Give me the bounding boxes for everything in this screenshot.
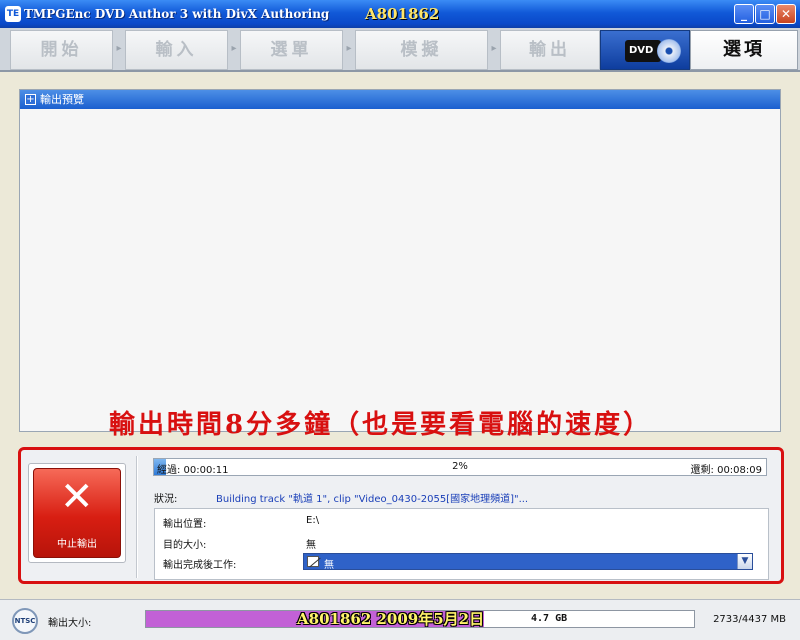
step-simulate-tab[interactable]: 模擬: [355, 30, 488, 70]
minimize-button[interactable]: _: [734, 4, 754, 24]
app-icon: TE: [5, 6, 21, 22]
options-button[interactable]: 選項: [690, 30, 798, 70]
progress-percent: 2%: [452, 461, 468, 472]
watermark-bottom: A801862 2009年5月2日: [297, 610, 485, 628]
step-arrow-icon: ▸: [491, 43, 497, 54]
chevron-down-icon[interactable]: ▼: [737, 554, 752, 569]
disc-icon: [657, 39, 681, 63]
title-bar[interactable]: TE TMPGEnc DVD Author 3 with DivX Author…: [0, 0, 800, 28]
stop-output-label: 中止輸出: [57, 539, 97, 550]
output-preview-panel: + 輸出預覽: [19, 89, 781, 432]
divider: [136, 456, 138, 578]
disc-capacity: 4.7 GB: [531, 613, 568, 624]
step-input-tab[interactable]: 輸入: [125, 30, 228, 70]
output-size-label: 輸出大小:: [48, 618, 92, 629]
annotation-text: 輸出時間8分多鐘（也是要看電腦的速度）: [109, 410, 653, 440]
step-arrow-icon: ▸: [116, 43, 122, 54]
close-x-icon: ✕: [60, 474, 94, 520]
remaining-time: 還剩: 00:08:09: [690, 465, 762, 476]
preview-header[interactable]: + 輸出預覽: [20, 90, 780, 109]
usage-mb-text: 2733/4437 MB: [713, 614, 786, 625]
stop-button-frame: ✕ 中止輸出: [28, 463, 126, 563]
step-output-tab[interactable]: 輸出: [500, 30, 600, 70]
preview-header-label: 輸出預覽: [40, 93, 84, 106]
target-size-label: 目的大小:: [163, 540, 207, 551]
progress-bar: 經過: 00:00:11 2% 還剩: 00:08:09: [153, 458, 767, 476]
step-start-tab[interactable]: 開始: [10, 30, 113, 70]
dvd-logo-button[interactable]: DVD: [600, 30, 690, 70]
ntsc-icon[interactable]: NTSC: [12, 608, 38, 634]
close-button[interactable]: ✕: [776, 4, 796, 24]
after-output-select[interactable]: 無 ▼: [303, 553, 753, 571]
output-location-label: 輸出位置:: [163, 519, 207, 530]
maximize-button[interactable]: □: [755, 4, 775, 24]
after-output-value: 無: [324, 560, 334, 571]
output-info-panel: 輸出位置: E:\ 目的大小: 無 輸出完成後工作: 無 ▼: [154, 508, 769, 580]
output-progress-area: ✕ 中止輸出 經過: 00:00:11 2% 還剩: 00:08:09 狀況: …: [18, 447, 784, 584]
step-navigation: 開始 ▸ 輸入 ▸ 選單 ▸ 模擬 ▸ 輸出 DVD 選項: [0, 28, 800, 72]
no-action-icon: [307, 556, 319, 567]
status-label: 狀況:: [154, 494, 178, 505]
stop-output-button[interactable]: ✕ 中止輸出: [33, 468, 121, 558]
step-arrow-icon: ▸: [231, 43, 237, 54]
dvd-logo-text: DVD: [625, 40, 661, 62]
status-text: Building track "軌道 1", clip "Video_0430-…: [216, 494, 529, 505]
window-title: TMPGEnc DVD Author 3 with DivX Authoring: [24, 7, 330, 21]
target-size-value: 無: [306, 540, 316, 551]
step-arrow-icon: ▸: [346, 43, 352, 54]
step-menu-tab[interactable]: 選單: [240, 30, 343, 70]
watermark-top: A801862: [365, 5, 440, 23]
output-location-value: E:\: [306, 515, 320, 526]
status-bar: NTSC 輸出大小: 4.7 GB A801862 2009年5月2日 2733…: [0, 599, 800, 640]
expand-icon[interactable]: +: [25, 94, 36, 105]
after-output-label: 輸出完成後工作:: [163, 560, 237, 571]
